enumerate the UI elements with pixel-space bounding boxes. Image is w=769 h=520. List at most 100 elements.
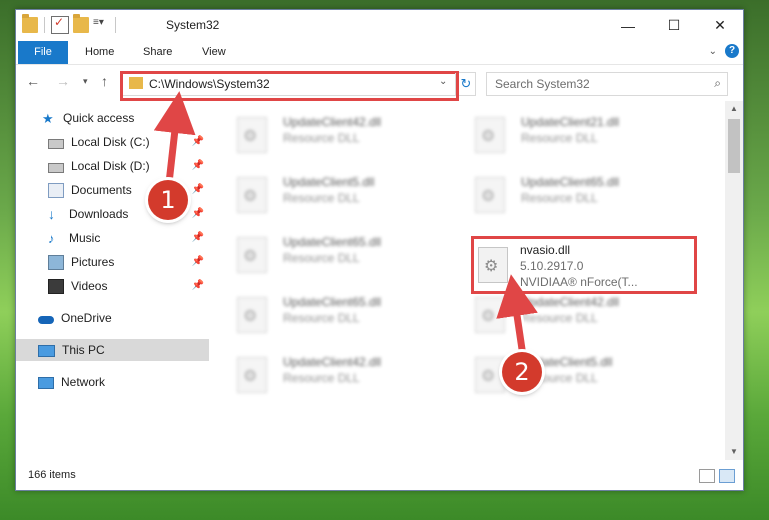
- list-item[interactable]: UpdateClient5.dll Resource DLL: [447, 349, 667, 401]
- scroll-down-icon[interactable]: ▼: [725, 444, 743, 460]
- sidebar-item-local-disk-c[interactable]: Local Disk (C:) 📌: [16, 131, 209, 153]
- tab-file[interactable]: File: [18, 41, 68, 64]
- dll-file-icon: [475, 357, 505, 393]
- sidebar-item-network[interactable]: Network: [16, 371, 209, 393]
- help-icon[interactable]: ?: [725, 44, 739, 58]
- downloads-icon: ↓: [48, 205, 55, 222]
- properties-icon[interactable]: [51, 15, 69, 34]
- sidebar-item-pictures[interactable]: Pictures 📌: [16, 251, 209, 273]
- sidebar-item-label: Quick access: [63, 111, 135, 125]
- search-input[interactable]: Search System32 ⌕: [486, 72, 728, 96]
- list-item[interactable]: UpdateClient5.dll Resource DLL: [209, 169, 429, 221]
- customize-toolbar-icon[interactable]: ≡▾: [93, 17, 109, 33]
- pin-icon[interactable]: 📌: [192, 184, 204, 195]
- callout-2: 2: [502, 352, 542, 392]
- pin-icon[interactable]: 📌: [192, 280, 204, 291]
- sidebar-item-label: Downloads: [69, 207, 129, 221]
- new-folder-icon[interactable]: [73, 14, 89, 33]
- expand-ribbon-icon[interactable]: ⌄: [709, 46, 717, 57]
- address-row: ← → ▾ ↑ C:\Windows\System32 ⌄ ↻ Search S…: [16, 65, 743, 101]
- close-button[interactable]: ✕: [697, 10, 743, 41]
- address-path[interactable]: C:\Windows\System32: [149, 77, 270, 91]
- dll-file-icon: [237, 177, 267, 213]
- star-icon: ★: [42, 110, 54, 126]
- navigation-pane: ★ Quick access Local Disk (C:) 📌 Local D…: [16, 101, 209, 460]
- refresh-icon[interactable]: ↻: [455, 73, 476, 95]
- sidebar-item-local-disk-d[interactable]: Local Disk (D:) 📌: [16, 155, 209, 177]
- pin-icon[interactable]: 📌: [192, 160, 204, 171]
- file-name: UpdateClient65.dll: [521, 175, 620, 189]
- file-type: Resource DLL: [283, 371, 360, 385]
- network-icon: [38, 376, 54, 389]
- sidebar-item-label: Videos: [71, 279, 108, 293]
- computer-icon: [38, 344, 55, 357]
- pin-icon[interactable]: 📌: [192, 232, 204, 243]
- tab-share[interactable]: Share: [143, 41, 172, 64]
- list-item[interactable]: UpdateClient42.dll Resource DLL: [209, 349, 429, 401]
- file-type: Resource DLL: [521, 311, 598, 325]
- back-arrow-icon[interactable]: ←: [26, 73, 40, 89]
- highlighted-file-nvasio[interactable]: nvasio.dll 5.10.2917.0 NVIDIAA® nForce(T…: [471, 236, 697, 294]
- pin-icon[interactable]: 📌: [192, 256, 204, 267]
- list-item[interactable]: UpdateClient65.dll Resource DLL: [209, 229, 429, 281]
- folder-icon[interactable]: [22, 14, 38, 33]
- callout-1: 1: [148, 180, 188, 220]
- maximize-button[interactable]: ☐: [651, 10, 697, 41]
- sidebar-item-videos[interactable]: Videos 📌: [16, 275, 209, 297]
- pictures-icon: [48, 254, 64, 270]
- dll-file-icon: [237, 297, 267, 333]
- file-name: UpdateClient65.dll: [283, 235, 382, 249]
- list-item[interactable]: UpdateClient65.dll Resource DLL: [447, 169, 667, 221]
- large-icons-view-icon[interactable]: [719, 469, 735, 483]
- search-placeholder: Search System32: [495, 77, 590, 91]
- address-dropdown-icon[interactable]: ⌄: [439, 76, 447, 87]
- file-version: 5.10.2917.0: [520, 259, 584, 273]
- documents-icon: [48, 182, 64, 198]
- details-view-icon[interactable]: [699, 469, 715, 483]
- file-type: Resource DLL: [283, 311, 360, 325]
- item-count: 166 items: [28, 469, 76, 481]
- dll-file-icon: [475, 117, 505, 153]
- drive-icon: [48, 138, 64, 149]
- file-name: UpdateClient42.dll: [283, 115, 382, 129]
- dll-file-icon: [237, 357, 267, 393]
- pin-icon[interactable]: 📌: [192, 136, 204, 147]
- sidebar-item-this-pc[interactable]: This PC: [16, 339, 209, 361]
- file-type: Resource DLL: [521, 131, 598, 145]
- vertical-scrollbar[interactable]: ▲ ▼: [725, 101, 743, 460]
- pin-icon[interactable]: 📌: [192, 208, 204, 219]
- status-bar: 166 items: [16, 462, 743, 490]
- cloud-icon: [38, 315, 54, 324]
- separator: [44, 17, 45, 33]
- file-name: UpdateClient21.dll: [521, 115, 620, 129]
- recent-locations-chevron-icon[interactable]: ▾: [83, 76, 88, 87]
- tab-view[interactable]: View: [202, 41, 226, 64]
- scroll-up-icon[interactable]: ▲: [725, 101, 743, 117]
- forward-arrow-icon[interactable]: →: [56, 73, 70, 89]
- sidebar-item-label: Local Disk (D:): [71, 159, 150, 173]
- list-item[interactable]: UpdateClient65.dll Resource DLL: [209, 289, 429, 341]
- sidebar-item-music[interactable]: ♪ Music 📌: [16, 227, 209, 249]
- sidebar-item-label: This PC: [62, 343, 105, 357]
- up-arrow-icon[interactable]: ↑: [101, 73, 108, 89]
- address-bar[interactable]: C:\Windows\System32 ⌄ ↻: [120, 71, 476, 101]
- file-name: UpdateClient65.dll: [283, 295, 382, 309]
- list-item[interactable]: UpdateClient42.dll Resource DLL: [209, 109, 429, 161]
- list-item[interactable]: UpdateClient21.dll Resource DLL: [447, 109, 667, 161]
- dll-file-icon: [237, 117, 267, 153]
- minimize-button[interactable]: —: [605, 10, 651, 41]
- sidebar-item-label: Music: [69, 231, 101, 245]
- sidebar-item-onedrive[interactable]: OneDrive: [16, 307, 209, 329]
- sidebar-item-label: Network: [61, 375, 106, 389]
- tab-home[interactable]: Home: [85, 41, 114, 64]
- separator: [115, 17, 116, 33]
- ribbon-tabs: File Home Share View ⌄ ?: [16, 41, 743, 65]
- explorer-window: ≡▾ System32 — ☐ ✕ File Home Share View ⌄…: [15, 9, 744, 491]
- window-title: System32: [166, 18, 220, 32]
- scroll-thumb[interactable]: [728, 119, 740, 173]
- file-type: Resource DLL: [283, 191, 360, 205]
- sidebar-item-label: Documents: [71, 183, 132, 197]
- list-item[interactable]: UpdateClient42.dll Resource DLL: [447, 289, 667, 341]
- sidebar-item-label: Pictures: [71, 255, 115, 269]
- sidebar-item-quick-access[interactable]: ★ Quick access: [16, 107, 209, 129]
